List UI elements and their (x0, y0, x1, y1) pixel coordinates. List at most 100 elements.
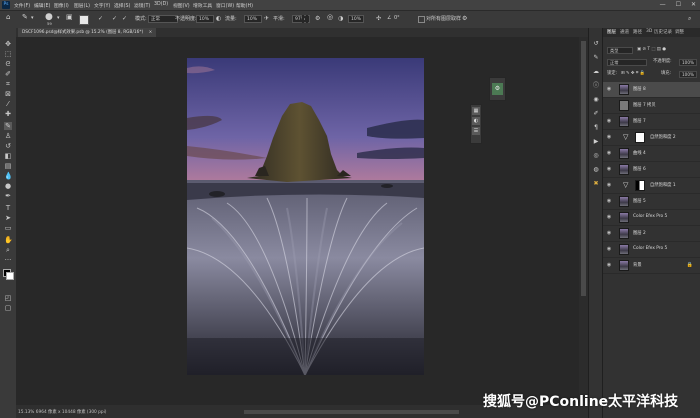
visibility-eye-icon[interactable]: ◉ (606, 262, 612, 268)
info-icon[interactable]: ⓘ (592, 82, 600, 90)
document-tab[interactable]: DSCF1096.psd@样式效果.psb @ 15.2% (图层 8, RGB… (18, 28, 157, 37)
visibility-eye-icon[interactable]: ◉ (606, 230, 612, 236)
opacity-pressure-icon[interactable]: ◐ (216, 15, 221, 22)
layer-row[interactable]: ◉ 背景 🔒 (603, 258, 700, 274)
minimize-button[interactable]: — (660, 1, 666, 8)
screen-mode-icon[interactable]: ▢ (4, 304, 12, 312)
move-tool-icon[interactable]: ✥ (4, 40, 12, 48)
tab-paths[interactable]: 路径 (633, 29, 642, 35)
pressure-size-icon[interactable]: ◑ (338, 15, 343, 22)
layer-row[interactable]: ◉ 曲线 4 (603, 146, 700, 162)
type-tool-icon[interactable]: T (4, 204, 12, 212)
pressure-icon[interactable]: ✓ (98, 15, 103, 22)
layer-row[interactable]: ◉ 图层 8 (603, 82, 700, 98)
tab-3d[interactable]: 3D (646, 29, 652, 34)
sample-all-checkbox[interactable] (418, 16, 425, 23)
maximize-button[interactable]: ☐ (676, 1, 681, 8)
quick-mask-icon[interactable]: ◰ (4, 294, 12, 302)
visibility-eye-icon[interactable]: ◉ (606, 198, 612, 204)
more-tools-icon[interactable]: ··· (4, 256, 12, 264)
visibility-eye-icon[interactable]: ◉ (606, 150, 612, 156)
comments-icon[interactable]: ✎ (592, 54, 600, 62)
fill-field[interactable]: 100% (679, 71, 697, 78)
swatches-icon[interactable]: ▦ (472, 107, 480, 115)
airbrush-mode-icon[interactable]: ✈ (264, 15, 269, 22)
tab-history[interactable]: 历史记录 (654, 29, 672, 35)
eraser-tool-icon[interactable]: ◧ (4, 152, 12, 160)
menu-window[interactable]: 窗口(W) (216, 2, 234, 9)
frame-tool-icon[interactable]: ⊠ (4, 90, 12, 98)
healing-brush-tool-icon[interactable]: ✚ (4, 110, 12, 118)
lasso-tool-icon[interactable]: ᘓ (4, 60, 12, 68)
angle-dial-icon[interactable]: ◎ (327, 13, 333, 21)
menu-type[interactable]: 文字(Y) (94, 2, 110, 9)
play-action-icon[interactable]: ▶ (592, 138, 600, 146)
mode-select[interactable]: 正常 (148, 15, 178, 23)
smoothing-settings-icon[interactable]: ⚙ (315, 15, 320, 22)
filter-kind-select[interactable]: 类型 (607, 47, 633, 54)
layer-row[interactable]: ◉ 图层 2 (603, 226, 700, 242)
tab-layers[interactable]: 图层 (607, 29, 616, 35)
visibility-eye-icon[interactable]: ◉ (606, 118, 612, 124)
settings-icon[interactable]: ⚙ (462, 15, 467, 22)
flow-field[interactable]: 10% (244, 15, 262, 23)
blend-mode-select[interactable]: 正常 (607, 59, 647, 66)
hand-tool-icon[interactable]: ✋ (4, 236, 13, 244)
home-icon[interactable]: ⌂ (6, 13, 10, 21)
visibility-eye-icon[interactable]: ◉ (606, 134, 612, 140)
zoom-tool-icon[interactable]: ⌕ (4, 246, 12, 254)
horizontal-scroll-thumb[interactable] (244, 410, 459, 414)
canvas-image[interactable] (187, 58, 424, 375)
tool-preset-chevron-icon[interactable]: ▾ (31, 15, 34, 21)
angle-value[interactable]: 0° (394, 15, 400, 21)
brush-tool-icon[interactable]: ✎ (22, 13, 28, 21)
adjustments-icon[interactable]: ◐ (472, 117, 480, 125)
blur-tool-icon[interactable]: 💧 (4, 172, 13, 180)
layer-row[interactable]: 图层 7 拷贝 (603, 98, 700, 114)
menu-file[interactable]: 文件(F) (14, 2, 30, 9)
close-button[interactable]: ✕ (691, 1, 696, 8)
gradient-tool-icon[interactable]: ▤ (4, 162, 12, 170)
history-brush-tool-icon[interactable]: ↺ (4, 142, 12, 150)
brush-icon[interactable]: ✓ (122, 15, 127, 22)
menu-3d[interactable]: 3D(D) (154, 2, 168, 7)
history-icon[interactable]: ↺ (592, 40, 600, 48)
visibility-eye-icon[interactable]: ◉ (606, 166, 612, 172)
layer-row[interactable]: ◉ 图层 7 (603, 114, 700, 130)
floating-navigator-panel[interactable]: ⚙ (489, 77, 506, 101)
visibility-eye-icon[interactable]: ◉ (606, 214, 612, 220)
libraries-icon[interactable]: ☁ (592, 68, 600, 76)
brushes-icon[interactable]: ✐ (592, 110, 600, 118)
menu-filter[interactable]: 滤镜(T) (134, 2, 150, 9)
visibility-eye-icon[interactable]: ◉ (606, 246, 612, 252)
symmetry-icon[interactable]: ✣ (376, 15, 381, 22)
lock-icons[interactable]: ⊞ ✎ ✥ ⌗ 🔒 (621, 70, 645, 78)
menu-edit[interactable]: 编辑(E) (34, 2, 50, 9)
menu-plugins[interactable]: 增效工具 (193, 2, 212, 9)
brush-color-swatch[interactable] (79, 15, 89, 25)
visibility-eye-icon[interactable]: ◉ (606, 182, 612, 188)
camera-raw-icon[interactable]: ◎ (592, 152, 600, 160)
dodge-tool-icon[interactable]: ● (4, 182, 12, 190)
opacity-field[interactable]: 10% (196, 15, 214, 23)
vertical-scroll-thumb[interactable] (581, 41, 586, 296)
layer-row[interactable]: ◉ Color Efex Pro 5 (603, 242, 700, 258)
vertical-scrollbar[interactable] (579, 37, 588, 405)
visibility-eye-icon[interactable]: ◉ (606, 86, 612, 92)
color-icon[interactable]: ◉ (592, 96, 600, 104)
properties-icon[interactable]: ☰ (472, 127, 480, 135)
marquee-tool-icon[interactable]: ⬚ (4, 50, 12, 58)
path-select-tool-icon[interactable]: ➤ (4, 214, 12, 222)
filter-icons[interactable]: ▣ ⊘ T ⬚ ▤ ● (637, 46, 666, 54)
layer-row[interactable]: ◉ ▽ 自然饱和度 1 (603, 178, 700, 194)
layer-opacity-field[interactable]: 100% (679, 59, 697, 66)
menu-select[interactable]: 选择(S) (114, 2, 130, 9)
tab-adjustments[interactable]: 调整 (675, 29, 684, 35)
layer-mask-thumbnail[interactable] (635, 132, 645, 143)
brush-panel-icon[interactable]: ▣ (66, 13, 73, 21)
brush-tool-icon[interactable]: ✎ (4, 122, 12, 130)
menu-view[interactable]: 视图(V) (173, 2, 190, 9)
background-color-swatch[interactable] (6, 272, 14, 280)
channels-icon[interactable]: ◍ (592, 166, 600, 174)
rectangle-tool-icon[interactable]: ▭ (4, 224, 12, 232)
